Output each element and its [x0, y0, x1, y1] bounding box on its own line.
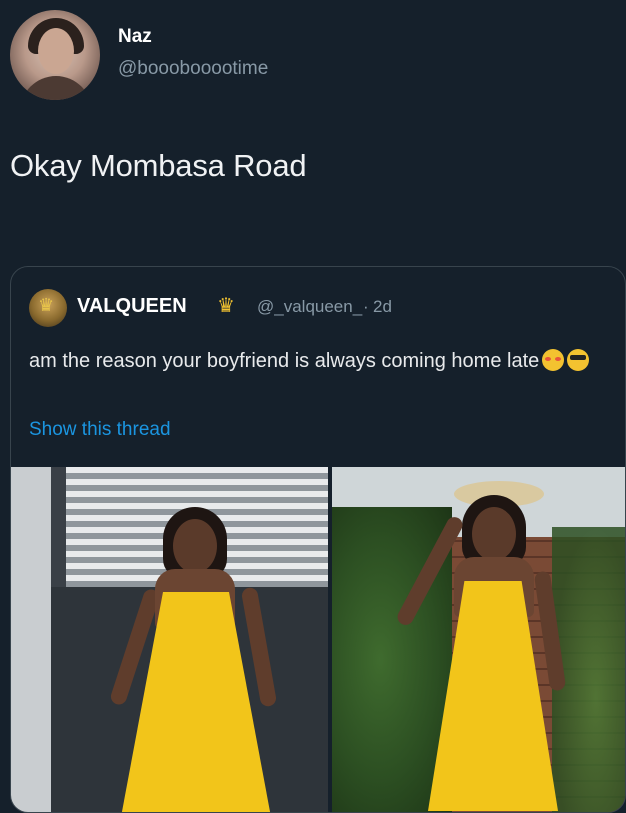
show-thread-link[interactable]: Show this thread — [29, 419, 171, 441]
person-figure — [101, 507, 291, 812]
avatar-face — [38, 28, 74, 74]
quoted-avatar[interactable]: ♛ — [29, 289, 67, 327]
quoted-author-handle[interactable]: @_valqueen_ — [257, 297, 362, 317]
photo-wall — [11, 467, 51, 812]
avatar[interactable] — [10, 10, 100, 100]
photo-woman-yellow-dress-hat[interactable] — [332, 467, 625, 812]
crown-icon: ♛ — [217, 295, 235, 317]
dot-separator: · — [363, 297, 369, 316]
quoted-text-main: am the reason your boyfriend is always c… — [29, 350, 540, 372]
photo-woman-yellow-dress-gate[interactable] — [11, 467, 328, 812]
photo-grid — [11, 467, 625, 812]
author-handle[interactable]: @booobooootime — [118, 58, 268, 80]
tweet: Naz @booobooootime Okay Mombasa Road ♛ V… — [0, 0, 626, 813]
quoted-timestamp[interactable]: 2d — [373, 297, 392, 317]
quoted-author-name[interactable]: VALQUEEN — [77, 295, 187, 318]
person-figure-hat — [394, 481, 582, 811]
avatar-shoulders — [20, 76, 92, 100]
crown-avatar-icon: ♛ — [38, 295, 55, 315]
quoted-tweet-text: am the reason your boyfriend is always c… — [29, 347, 619, 375]
smiling-face-with-sunglasses-icon — [567, 349, 590, 371]
quoted-tweet[interactable]: ♛ VALQUEEN ♛ @_valqueen_ · 2d am the rea… — [10, 266, 626, 813]
tweet-text: Okay Mombasa Road — [10, 148, 307, 183]
flushed-face-icon — [542, 349, 565, 371]
author-name[interactable]: Naz — [118, 26, 152, 48]
